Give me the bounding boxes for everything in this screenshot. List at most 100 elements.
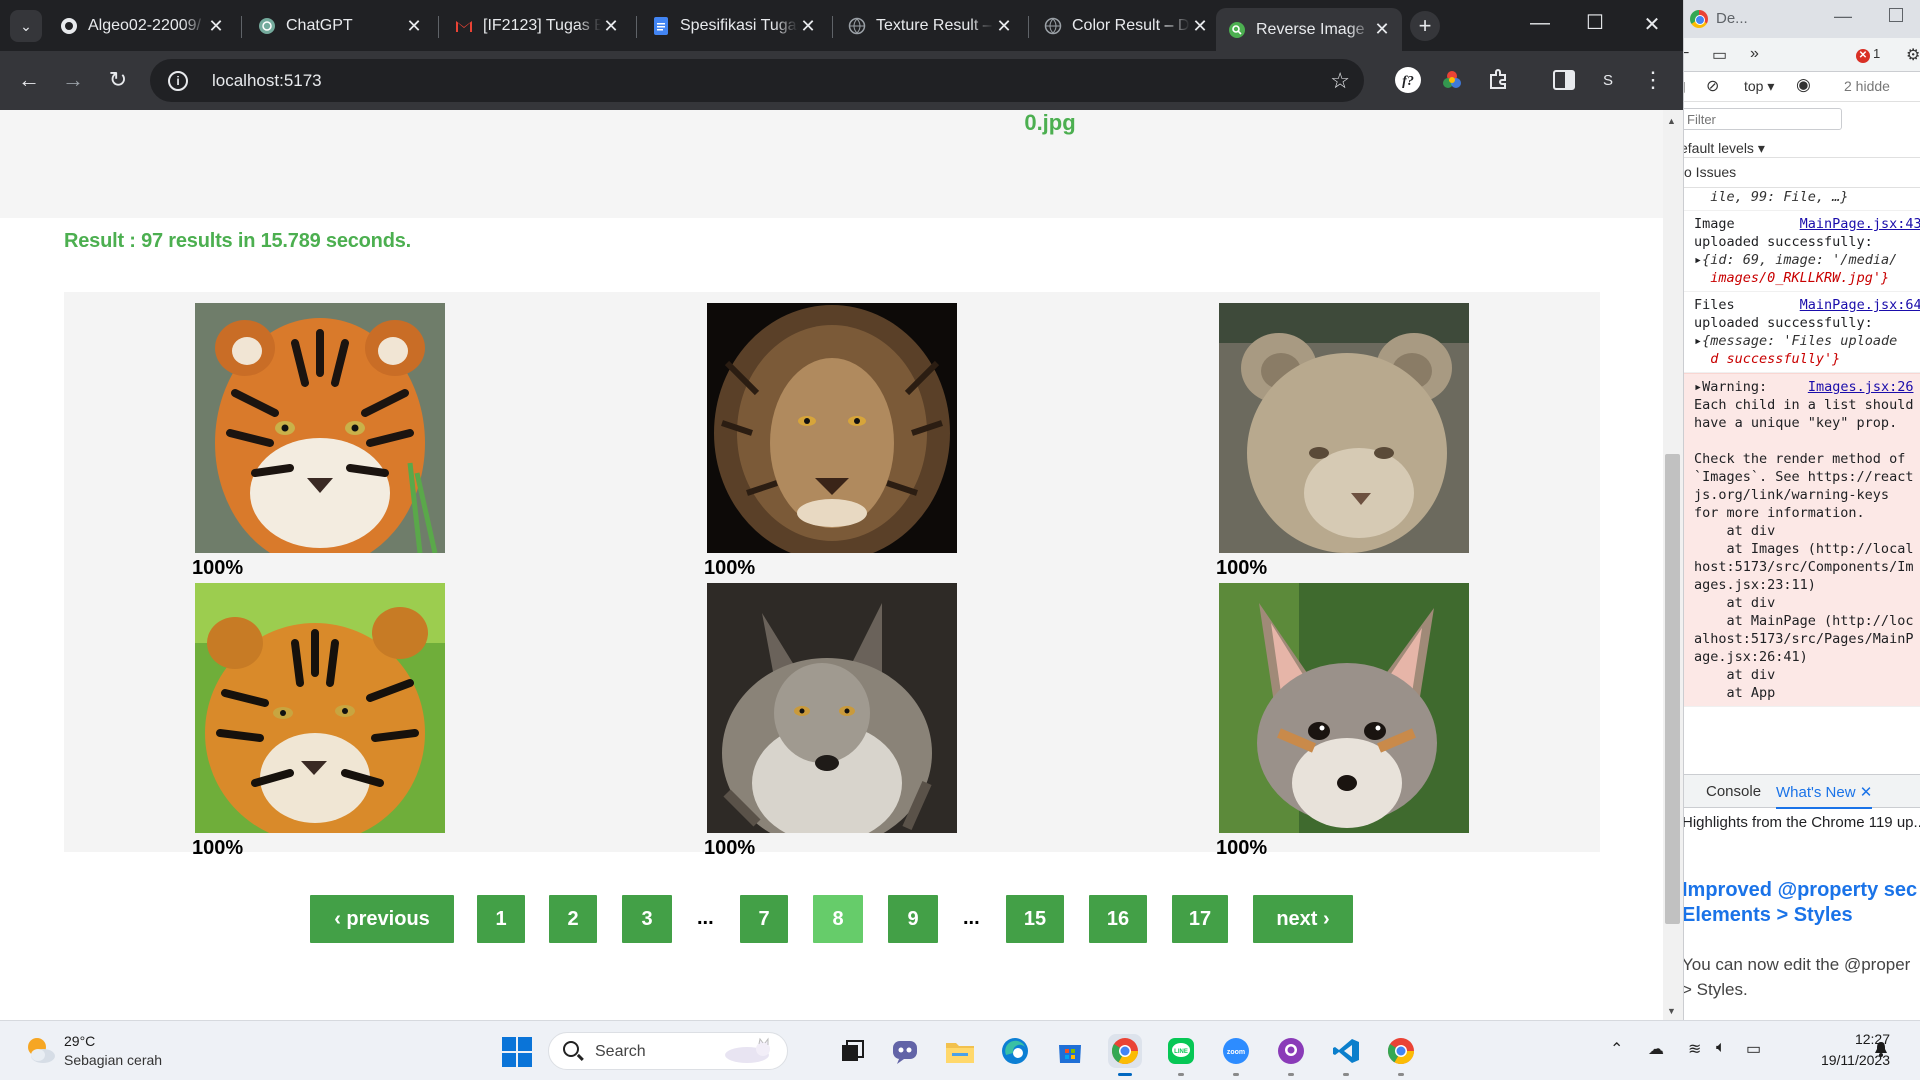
- scroll-down-arrow[interactable]: ▼: [1667, 1006, 1676, 1016]
- next-page-button[interactable]: next ›: [1253, 895, 1353, 943]
- page-button-1[interactable]: 1: [477, 895, 525, 943]
- source-link[interactable]: MainPage.jsx:43: [1800, 216, 1920, 232]
- close-icon[interactable]: ✕: [1860, 784, 1873, 801]
- close-icon[interactable]: ✕: [798, 16, 818, 37]
- issues-row[interactable]: o Issues: [1684, 158, 1920, 188]
- close-icon[interactable]: ✕: [1372, 19, 1392, 40]
- result-image-fox[interactable]: [1219, 583, 1469, 833]
- inspect-icon[interactable]: ⌐: [1684, 45, 1689, 63]
- profile-avatar[interactable]: S: [1592, 64, 1624, 96]
- vscode-icon[interactable]: [1329, 1034, 1363, 1076]
- edge-browser-icon[interactable]: [998, 1034, 1032, 1068]
- close-icon[interactable]: ✕: [404, 16, 424, 37]
- result-card[interactable]: 100%: [704, 583, 957, 860]
- microsoft-store-icon[interactable]: [1053, 1034, 1087, 1068]
- page-button-2[interactable]: 2: [549, 895, 597, 943]
- more-tabs-icon[interactable]: »: [1750, 45, 1759, 63]
- result-image-lion-cub[interactable]: [1219, 303, 1469, 553]
- site-info-icon[interactable]: i: [168, 70, 188, 91]
- weather-partly-sunny-icon[interactable]: [24, 1035, 56, 1065]
- extension-fquestion-icon[interactable]: f?: [1392, 64, 1424, 96]
- extensions-puzzle-icon[interactable]: [1482, 64, 1514, 96]
- feature-heading[interactable]: Improved @property sec Elements > Styles: [1684, 878, 1917, 928]
- page-button-8-current[interactable]: 8: [813, 895, 863, 943]
- task-view-icon[interactable]: [836, 1034, 870, 1068]
- minimize-button[interactable]: —: [1520, 12, 1560, 35]
- forward-icon[interactable]: →: [57, 64, 89, 96]
- tab-texture-result[interactable]: Texture Result – ✕: [836, 8, 1024, 44]
- github-desktop-icon[interactable]: [1274, 1034, 1308, 1076]
- tab-whats-new[interactable]: What's New ✕: [1776, 783, 1873, 809]
- close-icon[interactable]: ✕: [206, 16, 226, 37]
- address-bar[interactable]: i localhost:5173 ☆: [150, 59, 1364, 102]
- tab-reverse-image[interactable]: Reverse Image ✕: [1216, 8, 1402, 51]
- start-button[interactable]: [502, 1037, 532, 1067]
- teams-chat-icon[interactable]: [888, 1034, 922, 1068]
- scroll-thumb[interactable]: [1665, 454, 1680, 924]
- live-expression-eye-icon[interactable]: ◉: [1796, 75, 1811, 95]
- tab-gmail[interactable]: [IF2123] Tugas B ✕: [443, 8, 631, 44]
- log-levels-dropdown[interactable]: efault levels ▾: [1684, 140, 1765, 157]
- reload-icon[interactable]: ↻: [102, 64, 134, 96]
- new-tab-button[interactable]: +: [1410, 11, 1440, 41]
- tab-chatgpt[interactable]: ChatGPT ✕: [246, 8, 434, 44]
- result-card[interactable]: 100%: [1216, 583, 1469, 860]
- expand-arrow-icon[interactable]: ▸: [1694, 379, 1702, 395]
- close-icon[interactable]: ✕: [601, 16, 621, 37]
- tray-overflow-chevron-icon[interactable]: ⌃: [1610, 1039, 1623, 1059]
- close-window-button[interactable]: ✕: [1632, 12, 1672, 37]
- maximize-button[interactable]: [1889, 8, 1903, 22]
- clear-console-icon[interactable]: ⊘: [1706, 76, 1719, 96]
- source-link[interactable]: MainPage.jsx:64: [1800, 297, 1920, 313]
- wifi-icon[interactable]: ≋: [1688, 1039, 1701, 1059]
- chrome-icon[interactable]: [1108, 1034, 1142, 1076]
- result-card[interactable]: 100%: [1216, 303, 1469, 580]
- volume-icon[interactable]: 🔈︎: [1716, 1039, 1726, 1057]
- error-counter[interactable]: ✕ 1: [1856, 46, 1880, 63]
- tab-search-button[interactable]: ⌄: [10, 10, 42, 42]
- close-icon[interactable]: ✕: [1190, 16, 1210, 37]
- tab-algeo[interactable]: Algeo02-22009/ ✕: [48, 8, 236, 44]
- page-button-9[interactable]: 9: [888, 895, 938, 943]
- result-card[interactable]: 100%: [192, 303, 445, 580]
- maximize-button[interactable]: ☐: [1575, 10, 1615, 35]
- color-extension-icon[interactable]: [1436, 64, 1468, 96]
- onedrive-sync-icon[interactable]: ☁: [1648, 1039, 1664, 1059]
- bookmark-star-icon[interactable]: ☆: [1330, 68, 1350, 94]
- expand-arrow-icon[interactable]: ▸: [1694, 252, 1702, 268]
- previous-page-button[interactable]: ‹ previous: [310, 895, 454, 943]
- console-filter-input[interactable]: [1684, 108, 1842, 130]
- result-card[interactable]: 100%: [192, 583, 445, 860]
- minimize-button[interactable]: —: [1834, 6, 1852, 27]
- page-button-15[interactable]: 15: [1006, 895, 1064, 943]
- result-card[interactable]: 100%: [704, 303, 957, 580]
- notification-bell-icon[interactable]: [1874, 1041, 1888, 1057]
- page-button-3[interactable]: 3: [622, 895, 672, 943]
- page-button-16[interactable]: 16: [1089, 895, 1147, 943]
- context-select[interactable]: top ▾: [1744, 78, 1774, 95]
- result-image-wolf[interactable]: [707, 583, 957, 833]
- close-icon[interactable]: ✕: [994, 16, 1014, 37]
- sidebar-toggle-icon[interactable]: ▮: [1684, 78, 1686, 95]
- result-image-tiger[interactable]: [195, 303, 445, 553]
- page-scrollbar[interactable]: ▲ ▼: [1663, 110, 1683, 1020]
- result-image-lion[interactable]: [707, 303, 957, 553]
- tab-docs[interactable]: Spesifikasi Tugas ✕: [640, 8, 828, 44]
- source-link[interactable]: Images.jsx:26: [1808, 379, 1914, 395]
- file-explorer-icon[interactable]: [943, 1034, 977, 1068]
- scroll-up-arrow[interactable]: ▲: [1667, 116, 1676, 126]
- page-button-7[interactable]: 7: [740, 895, 788, 943]
- side-panel-icon[interactable]: [1548, 64, 1580, 96]
- zoom-app-icon[interactable]: zoom: [1219, 1034, 1253, 1076]
- battery-icon[interactable]: ▭: [1746, 1039, 1761, 1059]
- kebab-menu-icon[interactable]: ⋮: [1637, 64, 1669, 96]
- taskbar-search-box[interactable]: Search: [548, 1032, 788, 1070]
- device-toggle-icon[interactable]: ▭: [1712, 45, 1727, 65]
- tab-console[interactable]: Console: [1706, 783, 1761, 800]
- chrome-profile-icon[interactable]: [1384, 1034, 1418, 1076]
- expand-arrow-icon[interactable]: ▸: [1694, 333, 1702, 349]
- back-icon[interactable]: ←: [13, 64, 45, 96]
- settings-gear-icon[interactable]: ⚙: [1906, 45, 1920, 65]
- result-image-tiger-on-grass[interactable]: [195, 583, 445, 833]
- page-button-17[interactable]: 17: [1172, 895, 1228, 943]
